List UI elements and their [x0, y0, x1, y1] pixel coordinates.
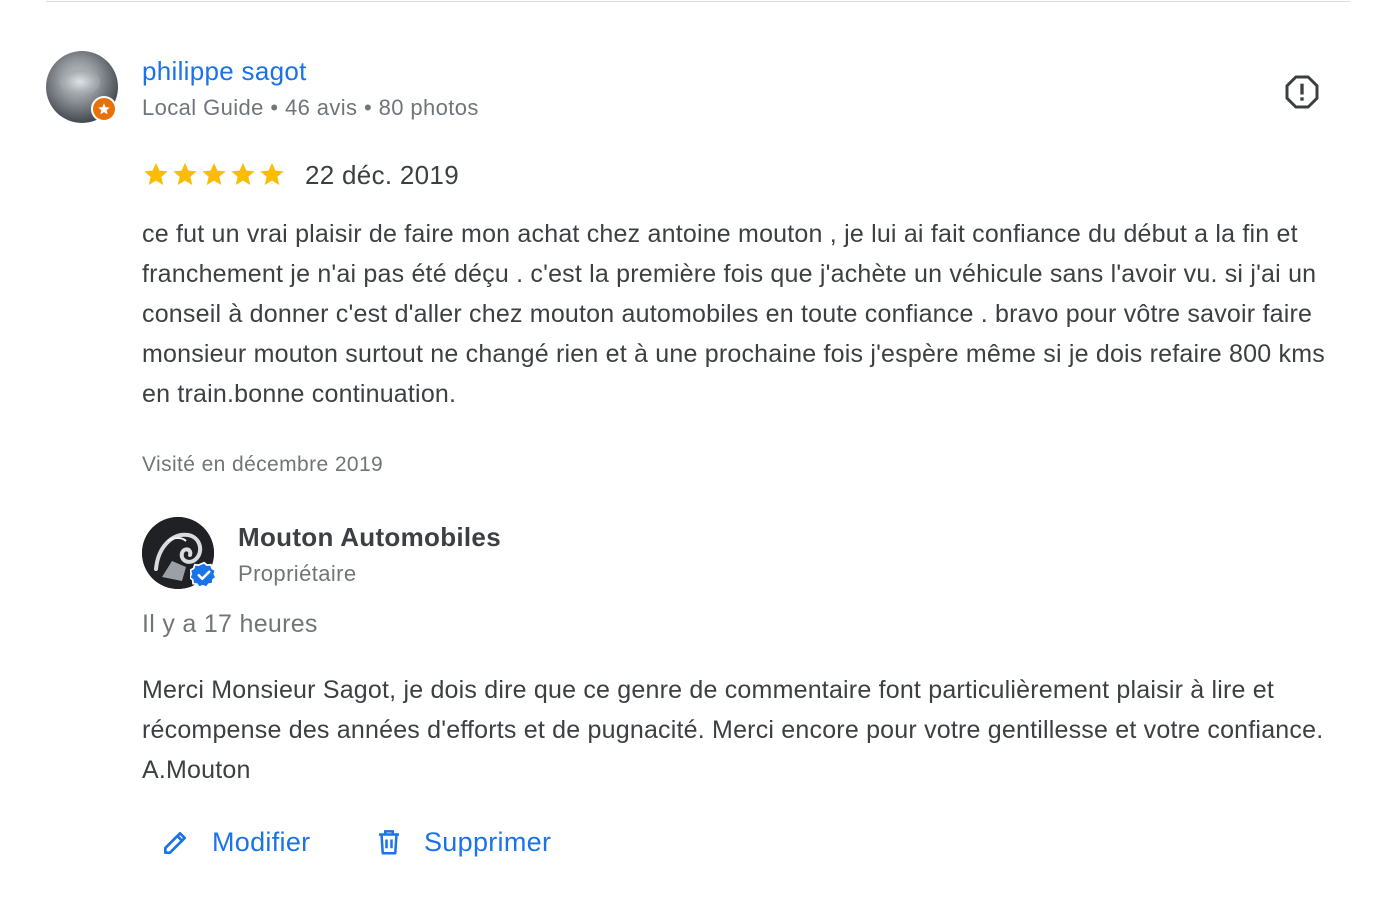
delete-label: Supprimer	[424, 826, 552, 857]
reviewer-meta: Local Guide • 46 avis • 80 photos	[142, 95, 479, 120]
owner-avatar[interactable]	[142, 517, 218, 589]
review-date: 22 déc. 2019	[305, 160, 459, 190]
delete-reply-button[interactable]: Supprimer	[374, 820, 551, 864]
star-rating	[142, 160, 286, 188]
report-button[interactable]	[1280, 70, 1324, 114]
star-icon	[231, 162, 255, 185]
reviewer-avatar[interactable]	[46, 51, 118, 123]
edit-label: Modifier	[212, 826, 311, 857]
visited-date: Visité en décembre 2019	[142, 453, 384, 476]
local-guide-badge-icon	[91, 96, 117, 122]
divider	[46, 1, 1350, 2]
pencil-icon	[164, 832, 186, 854]
reply-text: Merci Monsieur Sagot, je dois dire que c…	[142, 676, 1324, 784]
reply-time: Il y a 17 heures	[142, 610, 318, 638]
reviewer-name[interactable]: philippe sagot	[142, 56, 307, 87]
star-icon	[144, 162, 168, 185]
avatar-photo	[60, 69, 100, 95]
star-icon	[173, 162, 197, 185]
verified-check-icon	[190, 561, 218, 589]
star-icon	[260, 162, 284, 185]
trash-icon	[379, 830, 399, 855]
owner-role: Propriétaire	[238, 561, 357, 586]
star-icon	[202, 162, 226, 185]
review-text: ce fut un vrai plaisir de faire mon acha…	[142, 220, 1325, 408]
report-icon	[1285, 75, 1319, 109]
edit-reply-button[interactable]: Modifier	[160, 820, 310, 864]
review-card: philippe sagot Local Guide • 46 avis • 8…	[0, 0, 1398, 900]
owner-name: Mouton Automobiles	[238, 522, 501, 552]
